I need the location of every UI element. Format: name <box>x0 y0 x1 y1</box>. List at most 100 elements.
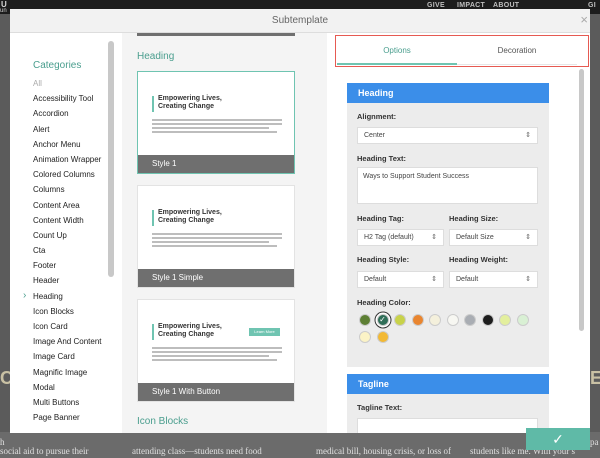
heading-tag-select[interactable]: H2 Tag (default) ⇕ <box>357 229 444 246</box>
confirm-button[interactable]: ✓ <box>526 428 590 450</box>
heading-style-label: Heading Style: <box>357 255 410 264</box>
heading-panel-title: Heading <box>347 83 549 103</box>
subtemplate-modal: Subtemplate × Categories All Accessibilit… <box>10 9 590 433</box>
category-list: All Accessibility Tool Accordion Alert Ancho… <box>23 79 117 428</box>
category-item[interactable]: Animation Wrapper <box>33 155 117 165</box>
category-item[interactable]: Accessibility Tool <box>33 94 117 104</box>
background-text: pa <box>590 437 599 447</box>
close-icon[interactable]: × <box>580 13 588 26</box>
category-item[interactable]: Image Card <box>33 352 117 362</box>
background-nav-impact: IMPACT <box>457 2 486 9</box>
color-swatch[interactable] <box>394 314 406 326</box>
color-swatch[interactable] <box>499 314 511 326</box>
category-item[interactable]: Icon Card <box>33 322 117 332</box>
template-caption: Style 1 <box>138 155 294 173</box>
category-item[interactable]: Cta <box>33 246 117 256</box>
color-swatch[interactable] <box>359 331 371 343</box>
color-swatch[interactable] <box>481 314 494 326</box>
category-item[interactable]: Count Up <box>33 231 117 241</box>
heading-tag-label: Heading Tag: <box>357 214 404 223</box>
categories-title: Categories <box>33 60 82 71</box>
tagline-text-input[interactable] <box>357 418 538 433</box>
categories-scrollbar[interactable] <box>108 41 114 277</box>
templates-section-title: Heading <box>137 51 175 62</box>
template-preview: Empowering Lives, Creating Change <box>138 186 294 270</box>
category-item[interactable]: Magnific Image <box>33 368 117 378</box>
chevron-updown-icon: ⇕ <box>431 276 437 283</box>
category-item[interactable]: Columns <box>33 185 117 195</box>
heading-accent-bar <box>152 96 154 112</box>
alignment-select[interactable]: Center ⇕ <box>357 127 538 144</box>
color-swatch[interactable] <box>376 331 389 343</box>
templates-next-section-title: Icon Blocks <box>137 416 189 427</box>
background-logo-sub: un <box>0 8 7 14</box>
preview-button: Learn More <box>249 328 280 336</box>
previous-card-caption <box>137 33 295 36</box>
tagline-panel-title: Tagline <box>347 374 549 394</box>
category-item[interactable]: All <box>33 79 117 89</box>
color-swatch[interactable] <box>359 314 371 326</box>
background-nav-give-button: GI <box>588 2 596 9</box>
template-preview: Empowering Lives, Creating Change Learn M… <box>138 300 294 384</box>
template-card-style-1-simple[interactable]: Empowering Lives, Creating Change Style 1… <box>137 185 295 288</box>
heading-text-input[interactable]: Ways to Support Student Success <box>357 167 538 204</box>
color-swatch[interactable] <box>411 314 424 326</box>
category-item[interactable]: Header <box>33 276 117 286</box>
alignment-label: Alignment: <box>357 112 397 121</box>
chevron-updown-icon: ⇕ <box>525 132 531 139</box>
preview-body-text <box>152 119 282 135</box>
category-item[interactable]: Colored Columns <box>33 170 117 180</box>
preview-heading: Empowering Lives, Creating Change <box>158 209 222 224</box>
category-item[interactable]: Page Banner <box>33 413 117 423</box>
heading-accent-bar <box>152 324 154 340</box>
background-text: medical bill, housing crisis, or loss of <box>316 446 451 456</box>
template-preview: Empowering Lives, Creating Change <box>138 72 294 156</box>
tagline-settings-panel: Tagline Tagline Text: <box>347 374 549 433</box>
chevron-updown-icon: ⇕ <box>431 234 437 241</box>
category-item[interactable]: Modal <box>33 383 117 393</box>
template-card-style-1-with-button[interactable]: Empowering Lives, Creating Change Learn M… <box>137 299 295 402</box>
chevron-updown-icon: ⇕ <box>525 234 531 241</box>
color-swatch[interactable] <box>516 314 529 326</box>
template-caption: Style 1 With Button <box>138 383 294 401</box>
heading-size-label: Heading Size: <box>449 214 499 223</box>
color-swatch[interactable] <box>446 314 459 326</box>
heading-weight-label: Heading Weight: <box>449 255 509 264</box>
categories-panel: Categories All Accessibility Tool Accordio… <box>10 33 122 433</box>
background-nav-about: ABOUT <box>493 2 520 9</box>
heading-color-label: Heading Color: <box>357 298 411 307</box>
category-item[interactable]: Image And Content <box>33 337 117 347</box>
preview-heading: Empowering Lives, Creating Change <box>158 95 222 110</box>
color-swatch[interactable] <box>429 314 441 326</box>
background-text: social aid to pursue their <box>0 446 89 456</box>
background-text: attending class—students need food <box>132 446 262 456</box>
preview-body-text <box>152 233 282 249</box>
heading-size-select[interactable]: Default Size ⇕ <box>449 229 538 246</box>
template-caption: Style 1 Simple <box>138 269 294 287</box>
color-swatch[interactable] <box>464 314 476 326</box>
category-item[interactable]: Multi Buttons <box>33 398 117 408</box>
tagline-text-label: Tagline Text: <box>357 403 403 412</box>
settings-panel: Options Decoration Heading Alignment: Ce… <box>327 33 590 433</box>
category-item[interactable]: Content Area <box>33 201 117 211</box>
category-item[interactable]: Anchor Menu <box>33 140 117 150</box>
modal-title: Subtemplate <box>271 15 329 26</box>
templates-panel: Heading Empowering Lives, Creating Change… <box>122 33 334 433</box>
settings-scrollbar[interactable] <box>579 69 584 331</box>
category-item[interactable]: Footer <box>33 261 117 271</box>
category-item[interactable]: Icon Blocks <box>33 307 117 317</box>
template-card-style-1[interactable]: Empowering Lives, Creating Change Style 1 <box>137 71 295 174</box>
category-item[interactable]: Accordion <box>33 109 117 119</box>
category-item[interactable]: Content Width <box>33 216 117 226</box>
heading-weight-select[interactable]: Default ⇕ <box>449 271 538 288</box>
category-item[interactable]: Alert <box>33 125 117 135</box>
preview-body-text <box>152 347 282 363</box>
heading-style-select[interactable]: Default ⇕ <box>357 271 444 288</box>
tabs-highlight-box <box>335 35 589 67</box>
background-nav-give: GIVE <box>427 2 445 9</box>
modal-header: Subtemplate × <box>10 9 590 33</box>
chevron-updown-icon: ⇕ <box>525 276 531 283</box>
color-swatch[interactable]: ✓ <box>376 314 389 326</box>
heading-settings-panel: Heading Alignment: Center ⇕ Heading Text:… <box>347 83 549 367</box>
category-item[interactable]: Heading <box>23 291 117 302</box>
